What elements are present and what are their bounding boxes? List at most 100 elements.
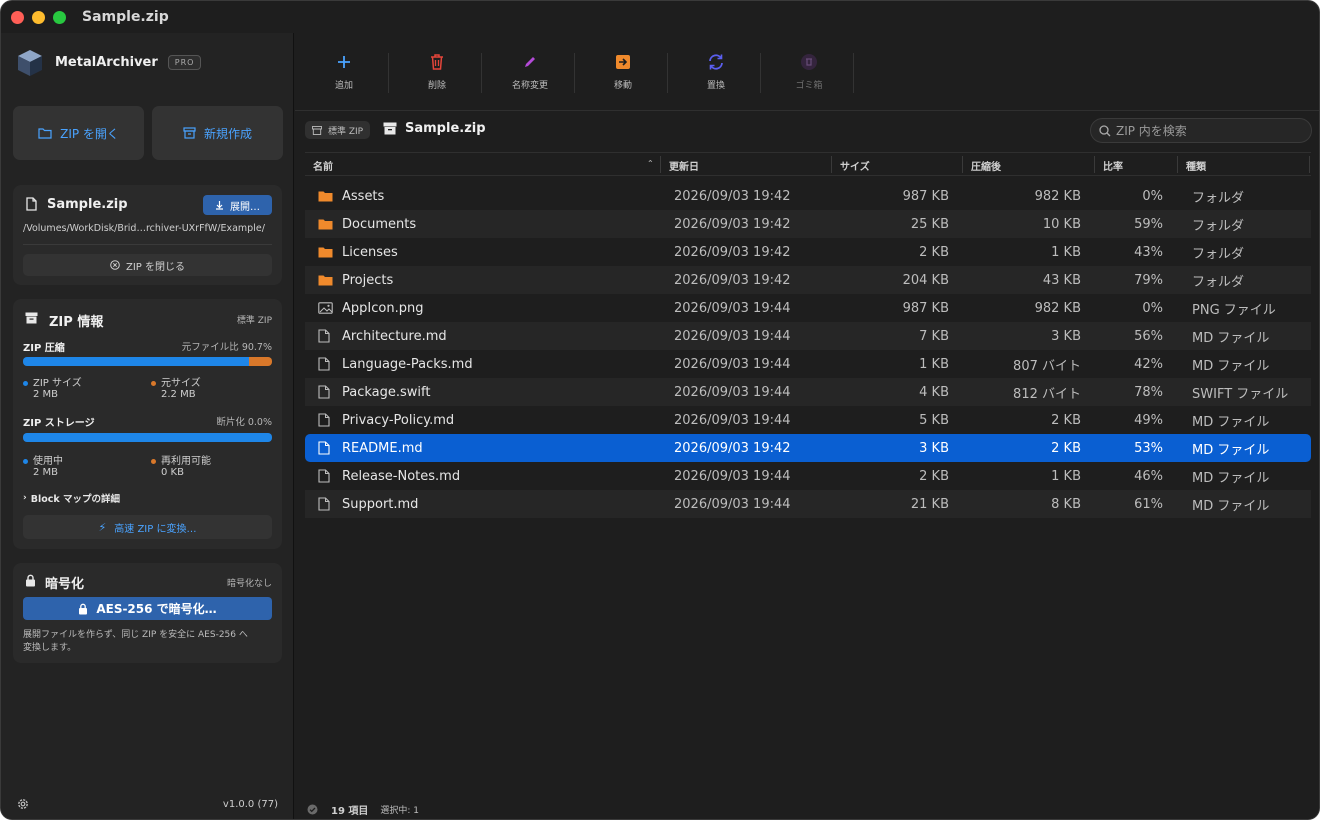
row-date: 2026/09/03 19:44 [674, 356, 791, 372]
convert-fast-zip-button[interactable]: ⚡ 高速 ZIP に変換… [23, 515, 272, 539]
row-size: 5 KB [919, 412, 949, 428]
encrypt-button[interactable]: AES-256 で暗号化… [23, 597, 272, 620]
delete-button[interactable]: 削除 [391, 51, 483, 97]
table-row[interactable]: Package.swift 2026/09/03 19:44 4 KB 812 バイト… [305, 378, 1311, 406]
table-row[interactable]: README.md 2026/09/03 19:42 3 KB 2 KB 53% MD フ… [305, 434, 1311, 462]
document-icon [318, 462, 336, 490]
row-ratio: 46% [1134, 468, 1163, 484]
table-row[interactable]: Architecture.md 2026/09/03 19:44 7 KB 3 KB 5… [305, 322, 1311, 350]
document-icon [318, 490, 336, 518]
add-button[interactable]: 追加 [298, 51, 390, 97]
close-zip-button[interactable]: ZIP を閉じる [23, 254, 272, 276]
check-circle-icon [307, 804, 318, 814]
row-compressed: 1 KB [1051, 468, 1081, 484]
row-kind: MD ファイル [1192, 470, 1270, 486]
archive-box-icon [183, 127, 196, 139]
row-date: 2026/09/03 19:42 [674, 188, 791, 204]
row-kind: フォルダ [1192, 274, 1245, 290]
row-size: 987 KB [902, 300, 949, 316]
table-row[interactable]: Licenses 2026/09/03 19:42 2 KB 1 KB 43% フォルダ [305, 238, 1311, 266]
row-ratio: 56% [1134, 328, 1163, 344]
row-kind: PNG ファイル [1192, 302, 1276, 318]
rename-label: 名称変更 [511, 81, 548, 91]
open-zip-label: ZIP を開く [60, 126, 119, 141]
encryption-description: 展開ファイルを作らず、同じ ZIP を安全に AES-256 へ 変換します。 [23, 629, 248, 655]
encryption-card: 暗号化 暗号化なし AES-256 で暗号化… 展開ファイルを作らず、同じ ZI… [13, 563, 282, 663]
row-name: Package.swift [342, 384, 431, 400]
row-date: 2026/09/03 19:42 [674, 440, 791, 456]
close-window-button[interactable] [11, 10, 24, 24]
window-title: Sample.zip [82, 9, 169, 25]
zip-kind-tag-label: 標準 ZIP [328, 126, 364, 137]
document-icon [318, 322, 336, 350]
divider [23, 244, 272, 245]
row-date: 2026/09/03 19:44 [674, 496, 791, 512]
zoom-window-button[interactable] [53, 10, 66, 24]
row-date: 2026/09/03 19:42 [674, 272, 791, 288]
zip-kind: 標準 ZIP [236, 316, 272, 326]
encrypt-label: AES-256 で暗号化… [96, 602, 217, 616]
row-size: 2 KB [919, 468, 949, 484]
table-row[interactable]: Release-Notes.md 2026/09/03 19:44 2 KB 1 KB… [305, 462, 1311, 490]
zip-size-value: 2 MB [33, 389, 59, 400]
search-field[interactable] [1090, 118, 1312, 143]
row-size: 1 KB [919, 356, 949, 372]
column-date[interactable]: 更新日 [661, 153, 831, 177]
used-label: 使用中 [33, 456, 63, 467]
table-row[interactable]: Language-Packs.md 2026/09/03 19:44 1 KB 807… [305, 350, 1311, 378]
move-button[interactable]: 移動 [577, 51, 669, 97]
reusable-legend: 再利用可能 [151, 452, 211, 467]
open-zip-button[interactable]: ZIP を開く [13, 106, 144, 160]
trash-label: ゴミ箱 [795, 81, 823, 91]
row-date: 2026/09/03 19:42 [674, 244, 791, 260]
row-date: 2026/09/03 19:44 [674, 412, 791, 428]
archive-box-icon [312, 125, 322, 135]
app-logo-icon [17, 49, 43, 76]
file-table: Assets 2026/09/03 19:42 987 KB 982 KB 0% フォルダ… [305, 182, 1311, 518]
row-name: Release-Notes.md [342, 468, 461, 484]
row-date: 2026/09/03 19:44 [674, 384, 791, 400]
row-date: 2026/09/03 19:42 [674, 216, 791, 232]
blockmap-disclosure[interactable]: › Block マップの詳細 [23, 491, 120, 505]
row-size: 2 KB [919, 244, 949, 260]
row-kind: MD ファイル [1192, 442, 1270, 458]
status-bar: 19 項目 選択中: 1 [295, 797, 1319, 819]
extract-label: 展開… [230, 201, 260, 213]
brand: MetalArchiver PRO [17, 49, 202, 76]
table-row[interactable]: Documents 2026/09/03 19:42 25 KB 10 KB 59% フォ… [305, 210, 1311, 238]
table-row[interactable]: Assets 2026/09/03 19:42 987 KB 982 KB 0% フォルダ [305, 182, 1311, 210]
extract-button[interactable]: 展開… [203, 195, 272, 215]
table-row[interactable]: Privacy-Policy.md 2026/09/03 19:44 5 KB 2 K… [305, 406, 1311, 434]
zip-info-title: ZIP 情報 [49, 315, 104, 330]
orig-size-legend: 元サイズ [151, 374, 201, 389]
chevron-right-icon: › [23, 493, 27, 503]
sort-chevron-up-icon: ⌃ [647, 159, 654, 168]
row-kind: フォルダ [1192, 190, 1245, 206]
column-ratio[interactable]: 比率 [1095, 153, 1177, 177]
column-kind[interactable]: 種類 [1178, 153, 1308, 177]
blockmap-label: Block マップの詳細 [30, 494, 120, 505]
row-name: Privacy-Policy.md [342, 412, 455, 428]
search-input[interactable] [1116, 123, 1296, 138]
table-row[interactable]: Projects 2026/09/03 19:42 204 KB 43 KB 79% フォ… [305, 266, 1311, 294]
row-kind: MD ファイル [1192, 330, 1270, 346]
gear-icon[interactable] [16, 797, 30, 811]
rename-button[interactable]: 名称変更 [484, 51, 576, 97]
replace-cycle-icon [709, 54, 723, 70]
column-size[interactable]: サイズ [832, 153, 962, 177]
used-legend: 使用中 [23, 452, 63, 467]
window-controls [11, 10, 66, 24]
row-name: Assets [342, 188, 385, 204]
new-archive-button[interactable]: 新規作成 [152, 106, 283, 160]
row-size: 987 KB [902, 188, 949, 204]
row-kind: MD ファイル [1192, 498, 1270, 514]
replace-button[interactable]: 置換 [670, 51, 762, 97]
trash-bin-button[interactable]: ゴミ箱 [763, 51, 855, 97]
column-name[interactable]: 名前 [305, 153, 660, 177]
table-row[interactable]: Support.md 2026/09/03 19:44 21 KB 8 KB 61% MD… [305, 490, 1311, 518]
trash-icon [431, 54, 443, 70]
row-size: 3 KB [919, 440, 949, 456]
column-compressed[interactable]: 圧縮後 [963, 153, 1094, 177]
table-row[interactable]: AppIcon.png 2026/09/03 19:44 987 KB 982 KB 0… [305, 294, 1311, 322]
minimize-window-button[interactable] [32, 10, 45, 24]
